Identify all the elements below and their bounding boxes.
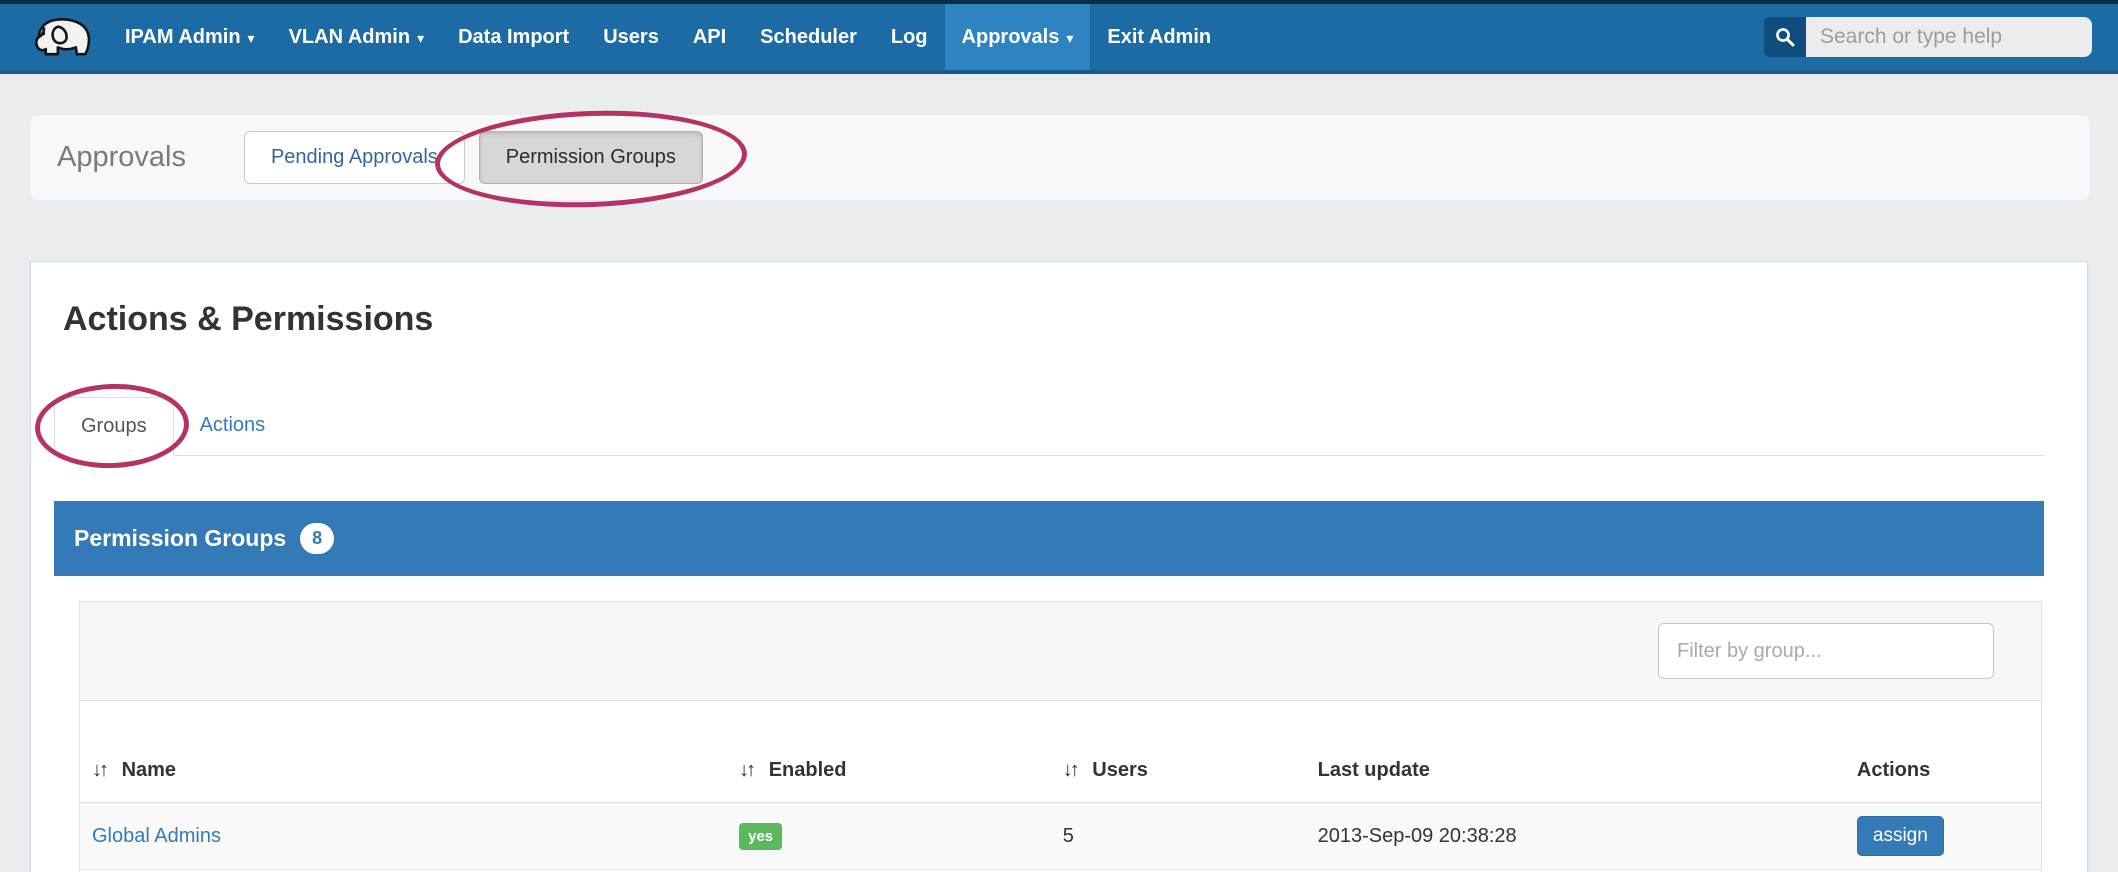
search-input[interactable] (1806, 17, 2092, 57)
sort-icon: ↓↑ (739, 759, 753, 781)
nav-label: Approvals (962, 26, 1060, 49)
permission-groups-header-bar: Permission Groups 8 (54, 501, 2044, 576)
column-header-enabled[interactable]: ↓↑ Enabled (727, 701, 1051, 803)
top-navbar: IPAM Admin ▾ VLAN Admin ▾ Data Import Us… (0, 0, 2118, 74)
column-label: Actions (1857, 759, 1930, 781)
enabled-badge: yes (739, 823, 782, 850)
caret-down-icon: ▾ (1066, 30, 1073, 47)
search-icon (1774, 26, 1796, 48)
filter-by-group-input[interactable] (1658, 623, 1994, 679)
page-title: Actions & Permissions (63, 300, 2087, 339)
actions-permissions-panel: Actions & Permissions Groups Actions Per… (30, 261, 2088, 872)
approvals-header-strip: Approvals Pending Approvals Permission G… (30, 114, 2090, 201)
nav-item-users[interactable]: Users (586, 4, 676, 70)
filter-bar (80, 602, 2041, 701)
column-label: Name (122, 759, 176, 781)
group-name-link[interactable]: Global Admins (92, 825, 221, 847)
nav-label: IPAM Admin (125, 26, 241, 49)
caret-down-icon: ▾ (248, 30, 255, 47)
column-header-actions: Actions (1845, 701, 2041, 803)
nav-item-exit-admin[interactable]: Exit Admin (1090, 4, 1228, 70)
nav-label: VLAN Admin (289, 26, 410, 49)
pending-approvals-button[interactable]: Pending Approvals (244, 131, 465, 184)
last-update-value: 2013-Sep-09 20:38:28 (1318, 825, 1517, 847)
search-button[interactable] (1764, 17, 1806, 57)
nav-label: Scheduler (760, 26, 857, 49)
tab-actions[interactable]: Actions (174, 397, 292, 456)
column-label: Users (1092, 759, 1148, 781)
column-label: Enabled (769, 759, 847, 781)
users-count: 5 (1063, 825, 1074, 847)
nav-item-api[interactable]: API (676, 4, 743, 70)
nav-item-approvals[interactable]: Approvals ▾ (945, 4, 1091, 70)
search-group (1764, 17, 2092, 57)
assign-button[interactable]: assign (1857, 816, 1944, 856)
navbar-search-area (1764, 4, 2118, 70)
caret-down-icon: ▾ (417, 30, 424, 47)
section-title: Approvals (57, 141, 186, 174)
tab-groups[interactable]: Groups (54, 397, 174, 456)
nav-label: Data Import (458, 26, 569, 49)
nav-label: Log (891, 26, 928, 49)
table-header-row: ↓↑ Name ↓↑ Enabled ↓↑ Users Last update (80, 701, 2041, 803)
elephant-icon (32, 14, 94, 60)
nav-item-vlan-admin[interactable]: VLAN Admin ▾ (272, 4, 442, 70)
nav-item-data-import[interactable]: Data Import (441, 4, 586, 70)
nav-item-ipam-admin[interactable]: IPAM Admin ▾ (108, 4, 272, 70)
group-count-badge: 8 (300, 523, 334, 554)
nav-label: API (693, 26, 726, 49)
column-header-last-update: Last update (1306, 701, 1845, 803)
nav-item-log[interactable]: Log (874, 4, 945, 70)
navbar-menu: IPAM Admin ▾ VLAN Admin ▾ Data Import Us… (108, 4, 1228, 70)
sort-icon: ↓↑ (1063, 759, 1077, 781)
table-row: Global Admins yes 5 2013-Sep-09 20:38:28… (80, 803, 2041, 870)
column-header-name[interactable]: ↓↑ Name (80, 701, 727, 803)
permission-groups-button[interactable]: Permission Groups (479, 131, 703, 184)
groups-table-widget: ↓↑ Name ↓↑ Enabled ↓↑ Users Last update (79, 601, 2042, 872)
nav-label: Users (603, 26, 659, 49)
nav-label: Exit Admin (1107, 26, 1211, 49)
sort-icon: ↓↑ (92, 759, 106, 781)
permission-groups-table: ↓↑ Name ↓↑ Enabled ↓↑ Users Last update (80, 701, 2041, 872)
panel-title: Permission Groups (74, 525, 286, 552)
tab-bar: Groups Actions (54, 397, 2044, 456)
nav-item-scheduler[interactable]: Scheduler (743, 4, 874, 70)
phpipam-elephant-logo (0, 4, 108, 70)
column-header-users[interactable]: ↓↑ Users (1051, 701, 1306, 803)
column-label: Last update (1318, 759, 1430, 781)
